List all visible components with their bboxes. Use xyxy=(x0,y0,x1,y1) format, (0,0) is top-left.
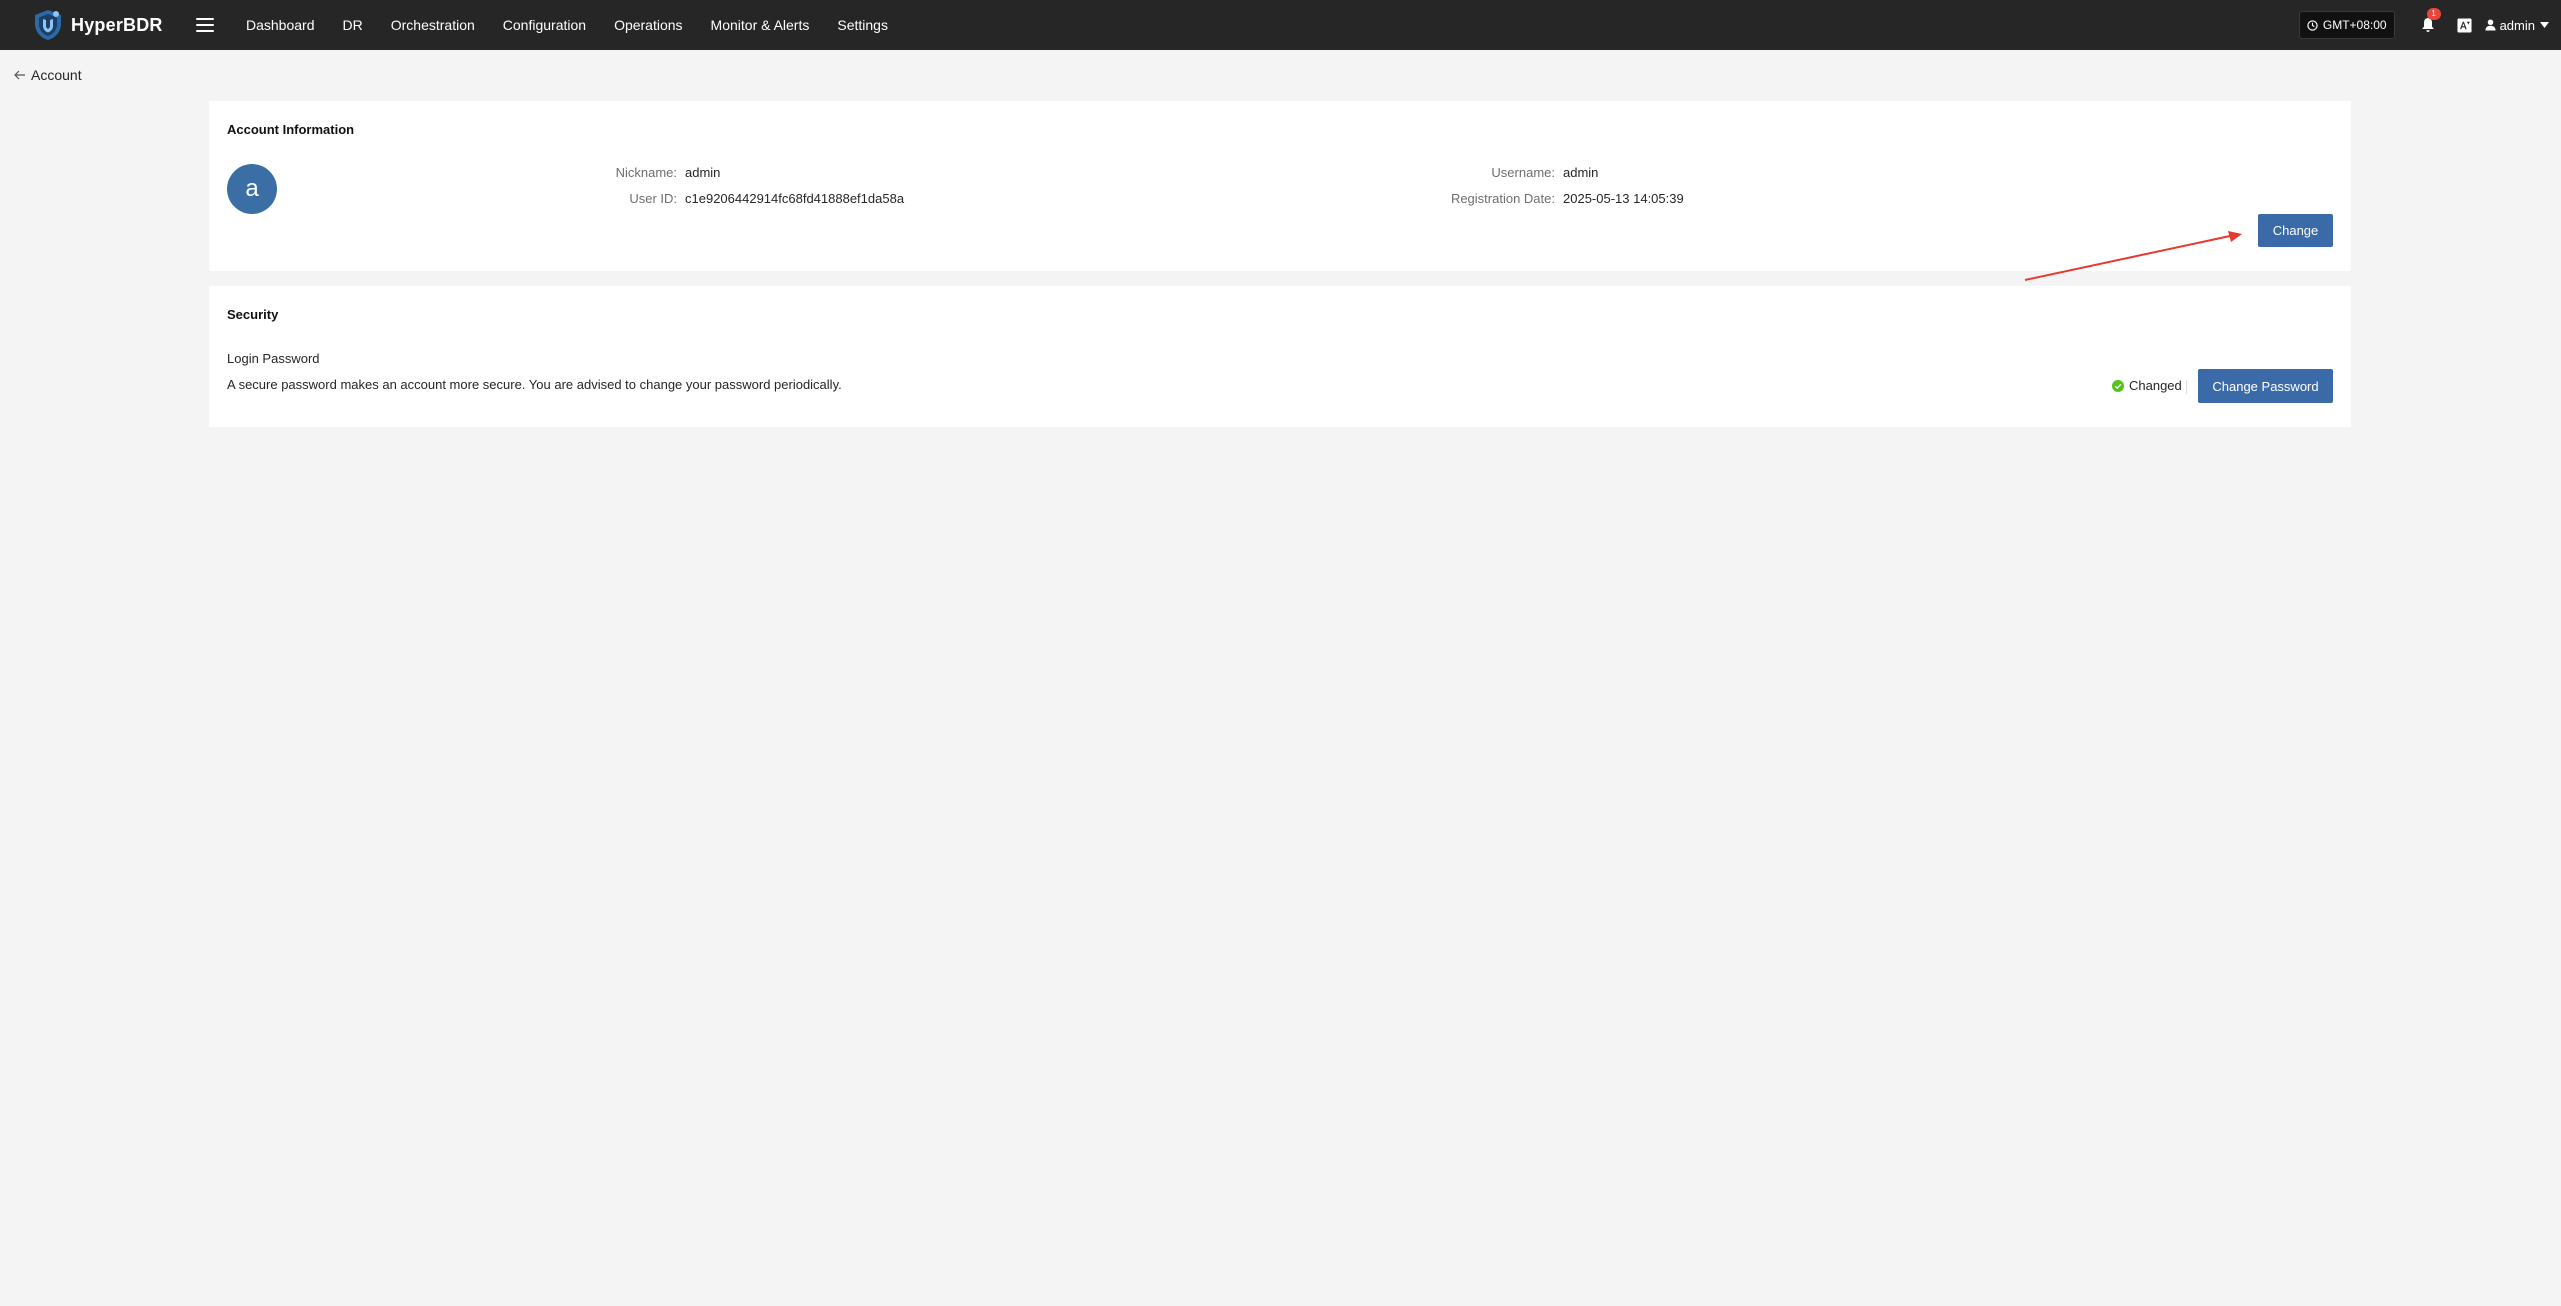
brand-logo[interactable]: HyperBDR xyxy=(33,9,163,41)
header-tools: GMT+08:00 1 admin xyxy=(2298,0,2549,50)
arrow-left-icon xyxy=(14,70,26,80)
nav-item-monitor-alerts[interactable]: Monitor & Alerts xyxy=(697,0,824,50)
username-field: Username: admin xyxy=(1355,165,1598,180)
user-id-label: User ID: xyxy=(629,191,677,206)
account-information-card: Account Information a Nickname: admin Us… xyxy=(209,101,2351,271)
password-description: A secure password makes an account more … xyxy=(227,377,842,392)
user-name: admin xyxy=(2499,17,2535,33)
timezone-selector[interactable]: GMT+08:00 xyxy=(2298,11,2395,39)
login-password-label: Login Password xyxy=(227,351,320,366)
nav-item-dr[interactable]: DR xyxy=(329,0,377,50)
check-circle-icon xyxy=(2112,379,2124,392)
password-status-text: Changed xyxy=(2129,378,2182,393)
nickname-value: admin xyxy=(685,165,721,180)
registration-date-label: Registration Date: xyxy=(1450,191,1555,206)
notification-badge: 1 xyxy=(2426,8,2441,20)
caret-down-icon xyxy=(2540,22,2549,28)
username-value: admin xyxy=(1563,165,1599,180)
avatar: a xyxy=(227,164,277,214)
nav-item-settings[interactable]: Settings xyxy=(823,0,902,50)
nav-item-operations[interactable]: Operations xyxy=(600,0,696,50)
user-icon xyxy=(2485,19,2496,31)
nav-item-dashboard[interactable]: Dashboard xyxy=(232,0,329,50)
nickname-field: Nickname: admin xyxy=(587,165,721,180)
timezone-label: GMT+08:00 xyxy=(2322,18,2387,32)
page-title: Account xyxy=(31,67,82,83)
registration-date-field: Registration Date: 2025-05-13 14:05:39 xyxy=(1355,191,1684,206)
back-link[interactable]: Account xyxy=(14,67,82,83)
clock-icon xyxy=(2307,19,2318,31)
notifications-button[interactable]: 1 xyxy=(2419,8,2441,35)
language-icon[interactable] xyxy=(2457,17,2473,33)
brand-name: HyperBDR xyxy=(71,14,163,35)
nav-item-orchestration[interactable]: Orchestration xyxy=(377,0,489,50)
shield-logo-icon xyxy=(35,10,61,40)
nav-item-configuration[interactable]: Configuration xyxy=(489,0,600,50)
main-nav: Dashboard DR Orchestration Configuration… xyxy=(232,0,902,50)
user-id-value: c1e9206442914fc68fd41888ef1da58a xyxy=(685,191,905,206)
username-label: Username: xyxy=(1491,165,1555,180)
menu-toggle-icon[interactable] xyxy=(196,13,214,37)
password-status: Changed xyxy=(2112,378,2182,393)
account-info-title: Account Information xyxy=(227,122,355,137)
security-card: Security Login Password A secure passwor… xyxy=(209,286,2351,427)
nickname-label: Nickname: xyxy=(615,165,677,180)
change-button[interactable]: Change xyxy=(2258,214,2333,247)
top-nav-bar: HyperBDR Dashboard DR Orchestration Conf… xyxy=(0,0,2561,50)
user-menu[interactable]: admin xyxy=(2485,18,2549,33)
security-title: Security xyxy=(227,307,279,322)
status-divider xyxy=(2186,380,2187,394)
registration-date-value: 2025-05-13 14:05:39 xyxy=(1563,191,1684,206)
user-id-field: User ID: c1e9206442914fc68fd41888ef1da58… xyxy=(587,191,904,206)
change-password-button[interactable]: Change Password xyxy=(2198,369,2333,403)
